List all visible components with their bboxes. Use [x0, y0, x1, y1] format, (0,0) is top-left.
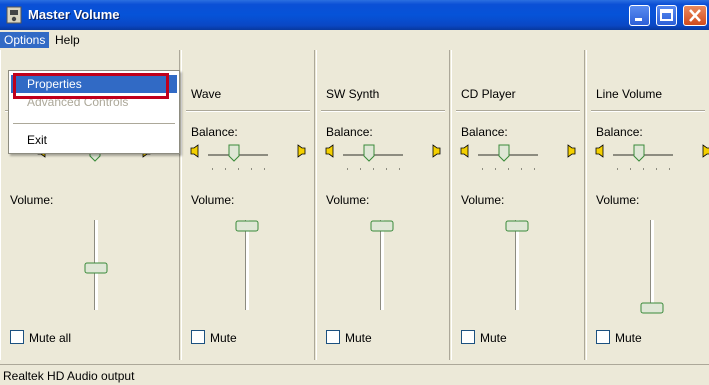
volume-label: Volume:	[326, 193, 370, 207]
balance-label: Balance:	[191, 125, 238, 139]
mute-label: Mute	[345, 331, 372, 345]
window-title: Master Volume	[28, 7, 120, 22]
close-button[interactable]	[683, 5, 707, 26]
volume-slider-thumb[interactable]	[640, 302, 664, 314]
mute-checkbox[interactable]	[596, 330, 610, 344]
volume-slider-track[interactable]	[515, 220, 519, 310]
speaker-right-icon	[702, 144, 709, 158]
balance-ticks	[212, 168, 267, 171]
volume-label: Volume:	[10, 193, 54, 207]
column-title: Line Volume	[596, 87, 663, 101]
mute-all-checkbox[interactable]	[10, 330, 24, 344]
column-title: Wave	[191, 87, 222, 101]
speaker-right-icon	[567, 144, 576, 158]
speaker-right-icon	[297, 144, 306, 158]
volume-slider-track[interactable]	[245, 220, 249, 310]
balance-label: Balance:	[326, 125, 373, 139]
line-volume-column: Line Volume Balance: Volume: Mute	[586, 50, 709, 360]
volume-slider-thumb[interactable]	[235, 220, 259, 232]
properties-highlight-box	[13, 73, 169, 99]
volume-label: Volume:	[596, 193, 640, 207]
mute-checkbox[interactable]	[326, 330, 340, 344]
volume-slider-thumb[interactable]	[370, 220, 394, 232]
volume-slider-track[interactable]	[380, 220, 384, 310]
balance-ticks	[617, 168, 672, 171]
maximize-button[interactable]	[656, 5, 677, 26]
balance-slider-thumb[interactable]	[633, 144, 645, 162]
speaker-left-icon	[190, 144, 199, 158]
mute-label: Mute	[615, 331, 642, 345]
balance-ticks	[482, 168, 537, 171]
volume-slider-thumb[interactable]	[84, 262, 108, 274]
mute-checkbox[interactable]	[191, 330, 205, 344]
status-bar: Realtek HD Audio output	[0, 364, 709, 385]
mute-all-label: Mute all	[29, 331, 72, 345]
speaker-right-icon	[432, 144, 441, 158]
close-icon	[689, 9, 701, 22]
speaker-left-icon	[460, 144, 469, 158]
title-bar[interactable]: Master Volume	[0, 0, 709, 30]
speaker-app-icon	[6, 6, 22, 24]
balance-ticks	[347, 168, 402, 171]
balance-label: Balance:	[461, 125, 508, 139]
column-divider	[456, 110, 580, 112]
menu-separator	[13, 123, 175, 125]
column-divider	[591, 110, 705, 112]
mute-label: Mute	[480, 331, 507, 345]
column-title: CD Player	[461, 87, 516, 101]
balance-slider-thumb[interactable]	[498, 144, 510, 162]
menu-bar: Options Help	[0, 30, 709, 50]
column-title: SW Synth	[326, 87, 380, 101]
minimize-icon	[635, 18, 642, 21]
minimize-button[interactable]	[629, 5, 650, 26]
menu-item-exit[interactable]: Exit	[11, 131, 177, 149]
mute-checkbox[interactable]	[461, 330, 475, 344]
balance-slider-thumb[interactable]	[363, 144, 375, 162]
cd-player-column: CD Player Balance: Volume: Mute	[451, 50, 585, 360]
volume-label: Volume:	[461, 193, 505, 207]
volume-slider-track[interactable]	[650, 220, 654, 310]
column-divider	[186, 110, 310, 112]
maximize-icon	[660, 9, 673, 21]
column-divider	[321, 110, 445, 112]
menu-options[interactable]: Options	[0, 32, 50, 48]
volume-slider-thumb[interactable]	[505, 220, 529, 232]
menu-help[interactable]: Help	[51, 32, 84, 48]
sw-synth-column: SW Synth Balance: Volume: Mute	[316, 50, 450, 360]
balance-label: Balance:	[596, 125, 643, 139]
mute-label: Mute	[210, 331, 237, 345]
wave-column: Wave Balance: Volume: Mute	[181, 50, 315, 360]
status-text: Realtek HD Audio output	[3, 369, 135, 383]
balance-slider-thumb[interactable]	[228, 144, 240, 162]
speaker-left-icon	[595, 144, 604, 158]
speaker-left-icon	[325, 144, 334, 158]
volume-label: Volume:	[191, 193, 235, 207]
